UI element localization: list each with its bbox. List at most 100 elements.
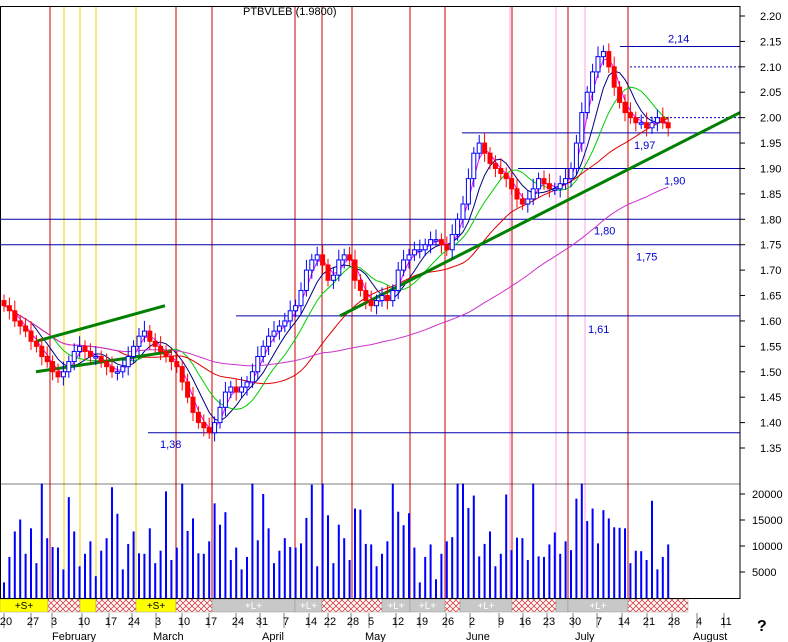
candle-body xyxy=(1,300,7,307)
volume-bar xyxy=(391,483,394,598)
volume-bar xyxy=(67,497,70,598)
volume-bar xyxy=(35,563,38,598)
candle-body xyxy=(617,86,623,103)
x-month-label: April xyxy=(262,631,284,642)
candle-body xyxy=(336,259,342,276)
candle-body xyxy=(654,117,660,124)
candle-body xyxy=(239,386,245,393)
volume-bar xyxy=(8,556,11,598)
volume-bar xyxy=(634,550,637,598)
volume-bar xyxy=(521,538,524,598)
signal-band-label: +L+ xyxy=(300,601,317,612)
volume-bar xyxy=(208,541,211,598)
volume-bar xyxy=(256,540,259,598)
volume-bar xyxy=(89,541,92,598)
volume-bar xyxy=(597,543,599,598)
volume-bar xyxy=(510,550,513,598)
candle-body xyxy=(120,366,126,373)
volume-bar xyxy=(181,483,184,598)
x-day-label: 23 xyxy=(543,616,555,628)
x-day-label: 11 xyxy=(720,616,731,628)
signal-band xyxy=(511,598,557,613)
candle-body xyxy=(482,142,488,154)
candle-body xyxy=(401,259,407,271)
volume-bar xyxy=(564,541,567,598)
ma-line-long xyxy=(3,186,669,367)
signal-band xyxy=(555,598,569,613)
candle-body xyxy=(217,406,223,424)
volume-bar xyxy=(602,510,605,598)
volume-bar xyxy=(667,544,670,598)
x-day-label: 28 xyxy=(668,616,680,628)
volume-bar xyxy=(175,547,178,598)
volume-bar xyxy=(132,531,135,598)
volume-bar xyxy=(516,537,518,598)
volume-bar xyxy=(229,560,232,598)
candle-body xyxy=(98,356,104,363)
price-tick-label: 2.10 xyxy=(760,62,781,74)
volume-bar xyxy=(13,531,16,598)
volume-bar xyxy=(197,553,200,598)
volume-bar xyxy=(435,579,437,598)
candle-body xyxy=(136,335,142,347)
volume-bar xyxy=(300,543,302,598)
volume-bar xyxy=(94,576,97,598)
candle-body xyxy=(190,396,196,413)
volume-bar xyxy=(499,553,502,598)
candle-body xyxy=(368,300,374,307)
candle-body xyxy=(255,356,261,373)
volume-bar xyxy=(397,511,400,598)
moving-averages xyxy=(3,57,669,429)
candle-body xyxy=(384,295,390,302)
candle-body xyxy=(573,142,579,169)
price-tick-label: 1.65 xyxy=(760,291,781,303)
volume-bar xyxy=(192,518,194,598)
candle-body xyxy=(584,91,590,114)
candle-body xyxy=(487,152,493,164)
volume-bar xyxy=(165,491,167,598)
level-label: 1,90 xyxy=(664,175,685,187)
candle-body xyxy=(104,361,110,368)
candle-body xyxy=(6,305,12,312)
level-label: 1,80 xyxy=(594,225,615,237)
price-tick-label: 1.85 xyxy=(760,189,781,201)
candle-body xyxy=(174,361,180,368)
candle-body xyxy=(444,244,450,251)
candlestick-series xyxy=(1,43,671,442)
candle-body xyxy=(82,345,88,352)
volume-bar xyxy=(289,547,292,598)
candle-body xyxy=(417,249,423,252)
signal-band-label: +L+ xyxy=(589,601,606,612)
x-month-label: May xyxy=(365,631,386,642)
x-month-label: March xyxy=(153,631,184,642)
volume-bar xyxy=(483,543,486,598)
candle-body xyxy=(17,320,23,327)
candle-body xyxy=(298,289,304,307)
ma-line-mid xyxy=(3,70,669,422)
signal-band xyxy=(95,598,137,613)
candle-body xyxy=(563,178,569,185)
volume-bar xyxy=(559,553,562,598)
volume-bar xyxy=(370,544,373,598)
x-day-label: 14 xyxy=(618,616,630,628)
volume-bar xyxy=(316,566,319,598)
price-tick-label: 1.90 xyxy=(760,163,781,175)
volume-bar xyxy=(143,553,146,598)
candle-body xyxy=(644,122,650,129)
candle-body xyxy=(77,345,83,352)
price-tick-label: 2.05 xyxy=(760,87,781,99)
volume-bar xyxy=(294,547,297,598)
level-label: 1,97 xyxy=(634,140,655,152)
volume-bar xyxy=(251,483,254,598)
candle-body xyxy=(212,422,218,434)
volume-bar xyxy=(645,560,648,598)
chart-title: PTBVLEB (1.9800) xyxy=(243,6,337,18)
candle-body xyxy=(568,167,574,180)
signal-band xyxy=(47,598,81,613)
candle-body xyxy=(519,198,525,205)
signal-band xyxy=(79,598,97,613)
volume-bar xyxy=(661,556,664,598)
help-question-mark[interactable]: ? xyxy=(757,618,767,636)
candle-body xyxy=(390,289,396,302)
candle-body xyxy=(395,269,401,291)
